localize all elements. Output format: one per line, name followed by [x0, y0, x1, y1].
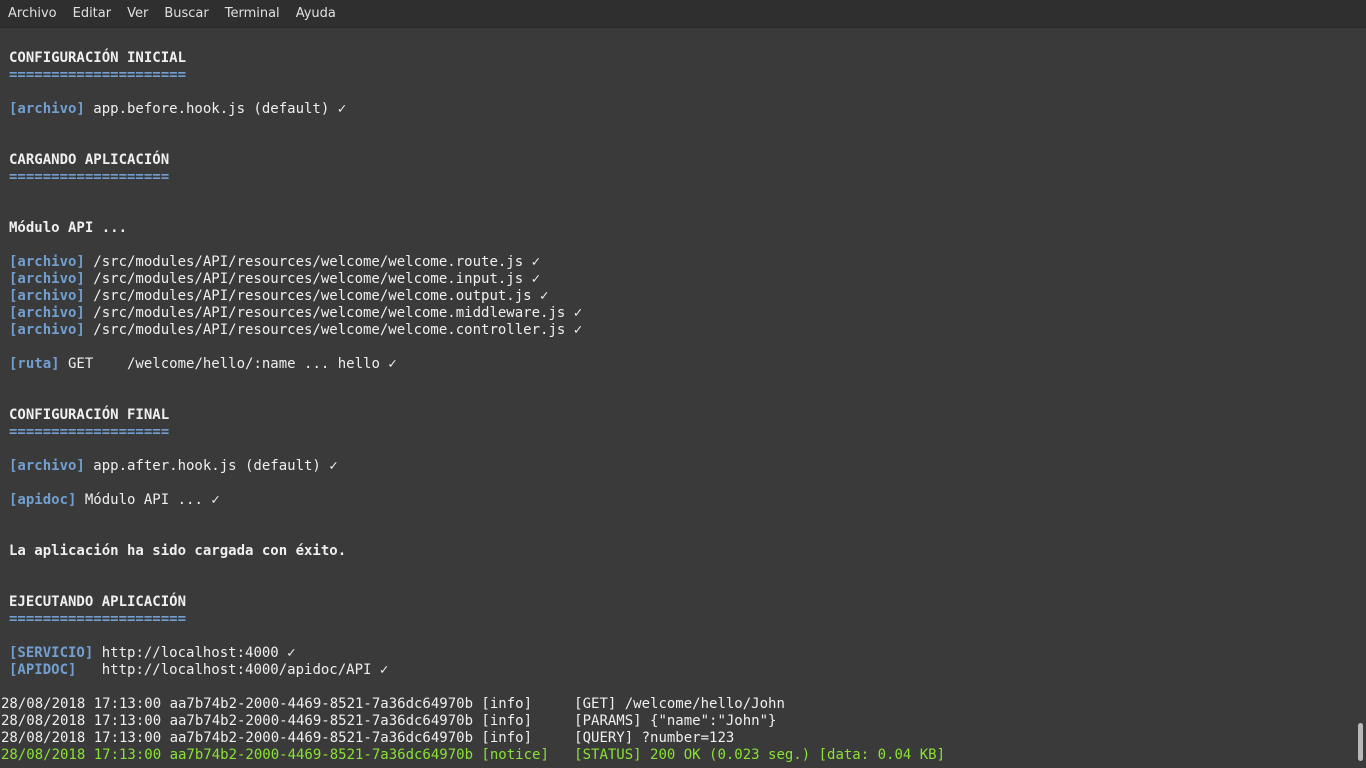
- line-text: /src/modules/API/resources/welcome/welco…: [84, 271, 541, 287]
- section-title-final: CONFIGURACIÓN FINAL: [9, 407, 170, 423]
- file-line: [archivo] /src/modules/API/resources/wel…: [9, 271, 540, 288]
- section-underline-running: =====================: [9, 611, 187, 627]
- menu-ver[interactable]: Ver: [119, 0, 156, 28]
- module-api-heading: Módulo API ...: [9, 220, 128, 236]
- line-text: app.after.hook.js (default) ✓: [84, 458, 338, 474]
- line-text: /src/modules/API/resources/welcome/welco…: [84, 288, 549, 304]
- menu-editar[interactable]: Editar: [65, 0, 120, 28]
- tag-archivo: [archivo]: [9, 101, 85, 117]
- section-underline-loading: ===================: [9, 169, 170, 185]
- terminal-output[interactable]: CONFIGURACIÓN INICIAL ==================…: [0, 28, 1366, 768]
- log-line-notice: 28/08/2018 17:13:00 aa7b74b2-2000-4469-8…: [1, 747, 946, 763]
- log-line: 28/08/2018 17:13:00 aa7b74b2-2000-4469-8…: [1, 730, 735, 746]
- before-hook-line: [archivo] app.before.hook.js (default) ✓: [9, 101, 346, 118]
- tag-archivo: [archivo]: [9, 322, 85, 338]
- after-hook-line: [archivo] app.after.hook.js (default) ✓: [9, 458, 338, 475]
- line-text: /src/modules/API/resources/welcome/welco…: [84, 322, 583, 338]
- route-line: [ruta] GET /welcome/hello/:name ... hell…: [9, 356, 397, 373]
- section-underline-initial: =====================: [9, 67, 187, 83]
- tag-archivo: [archivo]: [9, 254, 85, 270]
- line-text: http://localhost:4000 ✓: [93, 645, 296, 661]
- tag-servicio: [SERVICIO]: [9, 645, 94, 661]
- file-line: [archivo] /src/modules/API/resources/wel…: [9, 288, 548, 305]
- tag-apidoc-upper: [APIDOC]: [9, 662, 77, 678]
- menu-buscar[interactable]: Buscar: [156, 0, 216, 28]
- tag-archivo: [archivo]: [9, 458, 85, 474]
- file-line: [archivo] /src/modules/API/resources/wel…: [9, 322, 582, 339]
- menu-terminal[interactable]: Terminal: [217, 0, 288, 28]
- tag-archivo: [archivo]: [9, 288, 85, 304]
- tag-ruta: [ruta]: [9, 356, 60, 372]
- section-title-loading: CARGANDO APLICACIÓN: [9, 152, 170, 168]
- tag-archivo: [archivo]: [9, 271, 85, 287]
- apidoc-url-line: [APIDOC] http://localhost:4000/apidoc/AP…: [9, 662, 388, 679]
- line-text: http://localhost:4000/apidoc/API ✓: [76, 662, 389, 678]
- success-message: La aplicación ha sido cargada con éxito.: [9, 543, 347, 559]
- tag-apidoc: [apidoc]: [9, 492, 77, 508]
- line-text: GET /welcome/hello/:name ... hello ✓: [59, 356, 397, 372]
- log-line: 28/08/2018 17:13:00 aa7b74b2-2000-4469-8…: [1, 713, 777, 729]
- log-line: 28/08/2018 17:13:00 aa7b74b2-2000-4469-8…: [1, 696, 785, 712]
- line-text: Módulo API ... ✓: [76, 492, 220, 508]
- section-title-initial: CONFIGURACIÓN INICIAL: [9, 50, 187, 66]
- service-line: [SERVICIO] http://localhost:4000 ✓: [9, 645, 296, 662]
- section-title-running: EJECUTANDO APLICACIÓN: [9, 594, 187, 610]
- menu-archivo[interactable]: Archivo: [0, 0, 65, 28]
- file-line: [archivo] /src/modules/API/resources/wel…: [9, 305, 582, 322]
- line-text: /src/modules/API/resources/welcome/welco…: [84, 254, 541, 270]
- scrollbar-thumb[interactable]: [1358, 723, 1363, 761]
- line-text: /src/modules/API/resources/welcome/welco…: [84, 305, 583, 321]
- file-line: [archivo] /src/modules/API/resources/wel…: [9, 254, 540, 271]
- menu-bar: Archivo Editar Ver Buscar Terminal Ayuda: [0, 0, 1366, 28]
- apidoc-line: [apidoc] Módulo API ... ✓: [9, 492, 220, 509]
- menu-ayuda[interactable]: Ayuda: [288, 0, 344, 28]
- section-underline-final: ===================: [9, 424, 170, 440]
- tag-archivo: [archivo]: [9, 305, 85, 321]
- line-text: app.before.hook.js (default) ✓: [84, 101, 347, 117]
